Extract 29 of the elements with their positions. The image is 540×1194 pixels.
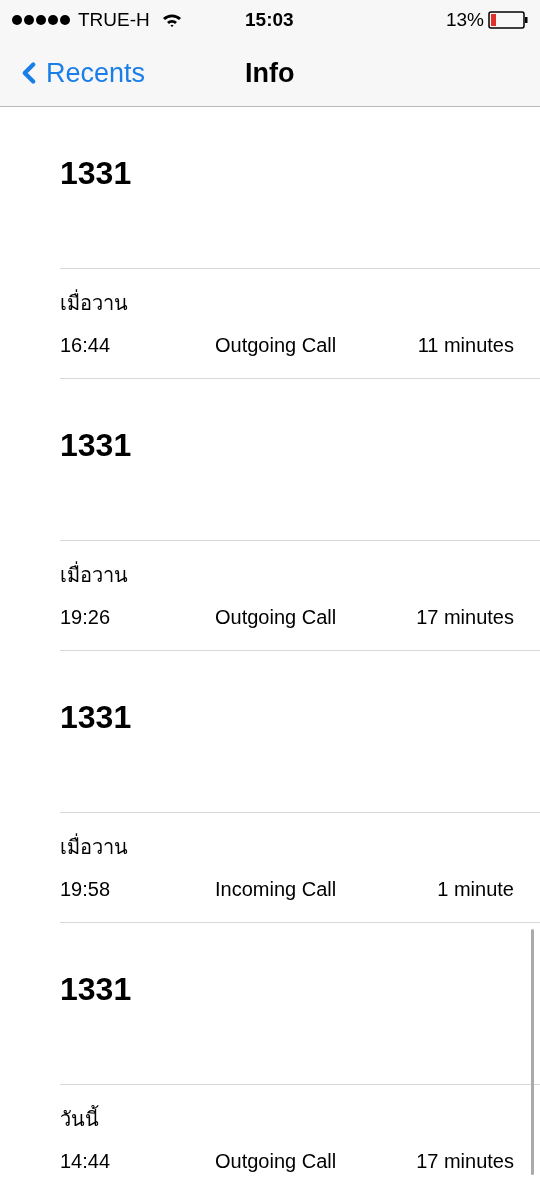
carrier-name: TRUE-H xyxy=(78,7,150,32)
clock-time: 15:03 xyxy=(245,7,294,32)
call-date: เมื่อวาน xyxy=(60,560,129,588)
screen-title: Info xyxy=(245,56,295,90)
call-type: Outgoing Call xyxy=(215,604,338,630)
phone-number: 1331 xyxy=(60,425,132,465)
call-duration: 17 minutes xyxy=(416,604,514,630)
phone-number: 1331 xyxy=(60,969,132,1009)
phone-number: 1331 xyxy=(60,697,132,737)
call-duration: 11 minutes xyxy=(417,332,514,358)
call-duration: 17 minutes xyxy=(416,1148,514,1174)
call-time: 19:58 xyxy=(60,876,112,902)
call-time: 19:26 xyxy=(60,604,112,630)
call-duration: 1 minute xyxy=(437,876,514,902)
call-time: 16:44 xyxy=(60,332,112,358)
battery-percent: 13% xyxy=(445,7,484,32)
scroll-bar[interactable] xyxy=(531,929,534,1175)
call-date: เมื่อวาน xyxy=(60,288,129,316)
call-type: Outgoing Call xyxy=(215,1148,338,1174)
call-type: Outgoing Call xyxy=(215,332,338,358)
call-time: 14:44 xyxy=(60,1148,112,1174)
call-date: วันนี้ xyxy=(60,1104,100,1132)
call-type: Incoming Call xyxy=(215,876,338,902)
call-date: เมื่อวาน xyxy=(60,832,129,860)
wifi-icon xyxy=(161,12,182,28)
battery-icon xyxy=(488,11,528,29)
phone-number: 1331 xyxy=(60,153,132,193)
back-button[interactable]: Recents xyxy=(12,52,146,94)
signal-icon xyxy=(12,15,70,25)
